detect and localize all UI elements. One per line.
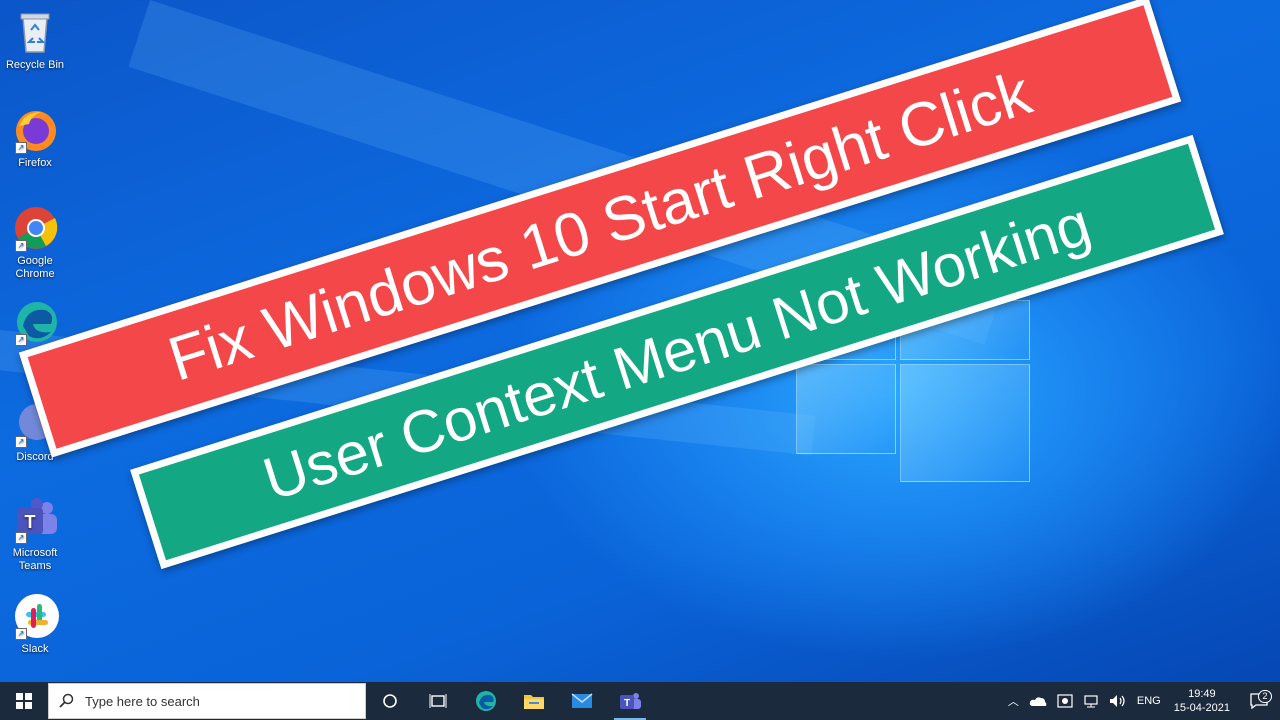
taskbar: T ︿ ENG 19:49 15-04-2021 2 xyxy=(0,682,1280,720)
teams-icon: T ↗ xyxy=(11,496,59,544)
desktop-icon-label: Recycle Bin xyxy=(5,59,65,71)
windows-start-icon xyxy=(16,693,32,709)
recycle-bin-icon xyxy=(11,8,59,56)
search-icon xyxy=(49,693,83,709)
desktop-icon-label: Firefox xyxy=(18,157,52,169)
teams-icon: T xyxy=(620,693,641,709)
svg-text:T: T xyxy=(25,512,36,532)
edge-icon: ↗ xyxy=(11,298,59,346)
taskbar-mail-button[interactable] xyxy=(558,682,606,720)
firefox-icon: ↗ xyxy=(11,106,59,154)
clock[interactable]: 19:49 15-04-2021 xyxy=(1166,687,1238,715)
notification-count-badge: 2 xyxy=(1258,690,1272,703)
taskbar-teams-button[interactable]: T xyxy=(606,682,654,720)
desktop-icon-label: Discord xyxy=(16,451,54,463)
clock-date: 15-04-2021 xyxy=(1173,702,1230,714)
desktop-icon-firefox[interactable]: ↗ Firefox xyxy=(4,106,66,170)
desktop-icon-label: Slack xyxy=(21,643,49,655)
edge-icon xyxy=(476,691,496,711)
cortana-button[interactable] xyxy=(366,682,414,720)
slack-icon: ↗ xyxy=(11,592,59,640)
taskbar-search-box[interactable] xyxy=(48,683,366,719)
desktop: Recycle Bin ↗ Firefox ↗ Google Chrome ↗ … xyxy=(0,0,1280,682)
file-explorer-icon xyxy=(524,695,544,709)
onedrive-icon[interactable] xyxy=(1024,695,1052,707)
show-hidden-icons-chevron-icon[interactable]: ︿ xyxy=(1003,693,1024,709)
desktop-icon-chrome[interactable]: ↗ Google Chrome xyxy=(4,204,66,281)
volume-icon[interactable] xyxy=(1104,694,1132,708)
taskbar-edge-button[interactable] xyxy=(462,682,510,720)
mail-icon xyxy=(571,693,593,708)
task-view-button[interactable] xyxy=(414,682,462,720)
security-icon[interactable] xyxy=(1052,694,1078,708)
language-indicator[interactable]: ENG xyxy=(1132,695,1166,707)
notification-center-button[interactable]: 2 xyxy=(1238,690,1280,709)
desktop-icon-label: Microsoft Teams xyxy=(12,547,58,572)
chrome-icon: ↗ xyxy=(11,204,59,252)
taskbar-file-explorer-button[interactable] xyxy=(510,682,558,720)
system-tray: ︿ ENG 19:49 15-04-2021 2 xyxy=(1003,682,1280,720)
desktop-icon-slack[interactable]: ↗ Slack xyxy=(4,592,66,656)
cortana-icon xyxy=(383,694,397,708)
start-button[interactable] xyxy=(0,682,48,720)
search-input[interactable] xyxy=(83,692,347,710)
network-icon[interactable] xyxy=(1078,694,1104,708)
desktop-icon-label: Google Chrome xyxy=(15,255,55,280)
desktop-icon-teams[interactable]: T ↗ Microsoft Teams xyxy=(4,496,66,573)
task-view-icon xyxy=(429,694,447,708)
clock-time: 19:49 xyxy=(1188,688,1216,700)
desktop-icon-recycle-bin[interactable]: Recycle Bin xyxy=(4,8,66,72)
svg-text:T: T xyxy=(624,698,630,709)
